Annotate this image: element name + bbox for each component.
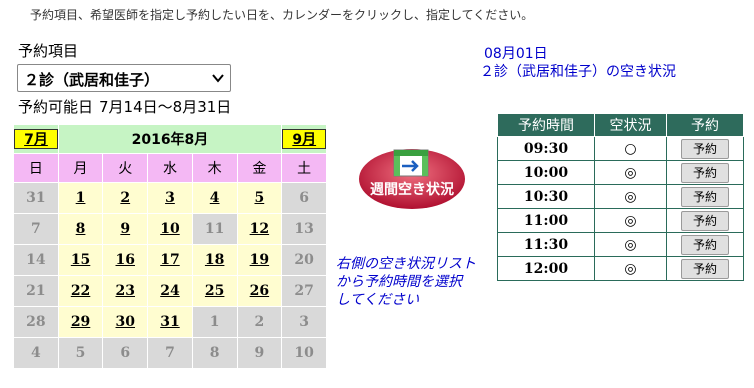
slot-header: 予約 bbox=[666, 113, 744, 137]
slot-header: 空状況 bbox=[594, 113, 667, 137]
calendar-day-available[interactable]: 31 bbox=[147, 306, 193, 338]
calendar-day-available[interactable]: 18 bbox=[191, 244, 238, 276]
weekday-header: 月 bbox=[57, 153, 104, 183]
calendar-day-closed: 11 bbox=[191, 213, 238, 245]
slot-row: 11:00 ◎ 予約 bbox=[497, 208, 744, 233]
calendar-day-closed: 28 bbox=[13, 306, 59, 338]
calendar-day-available[interactable]: 9 bbox=[102, 213, 149, 245]
instruction-text: 予約項目、希望医師を指定し予約したい日を、カレンダーをクリックし、指定してくださ… bbox=[30, 8, 534, 22]
calendar-day-outside: 10 bbox=[281, 337, 327, 369]
slot-status: ◎ bbox=[594, 184, 667, 209]
slot-status: ◎ bbox=[594, 256, 667, 281]
calendar-day-closed: 7 bbox=[13, 213, 59, 245]
calendar-day-available[interactable]: 30 bbox=[102, 306, 149, 338]
calendar-day-available[interactable]: 3 bbox=[147, 182, 193, 214]
slot-status: ◎ bbox=[594, 208, 667, 233]
calendar-day-outside: 8 bbox=[191, 337, 238, 369]
calendar-day-available[interactable]: 25 bbox=[191, 275, 238, 307]
weekday-header: 水 bbox=[147, 153, 193, 183]
available-period-label: 予約可能日 bbox=[18, 98, 94, 116]
calendar-day-outside: 4 bbox=[13, 337, 59, 369]
slot-time: 11:00 bbox=[497, 208, 595, 233]
time-slot-table: 予約時間 空状況 予約 09:30 ○ 予約 10:00 ◎ 予約 10:30 … bbox=[497, 113, 744, 281]
selected-info: 08月01日 ２診（武居和佳子）の空き状況 bbox=[480, 45, 676, 81]
guide-line: から予約時間を選択 bbox=[336, 274, 462, 290]
calendar-day-available[interactable]: 23 bbox=[102, 275, 149, 307]
calendar-arrow-icon bbox=[393, 149, 429, 177]
weekly-availability-button[interactable]: 週間空き状況 bbox=[358, 148, 466, 210]
weekday-header: 日 bbox=[13, 153, 59, 183]
slot-time: 09:30 bbox=[497, 136, 595, 161]
weekday-header: 土 bbox=[281, 153, 327, 183]
reserve-button[interactable]: 予約 bbox=[681, 210, 729, 231]
calendar-day-closed: 13 bbox=[281, 213, 327, 245]
calendar-day-outside: 3 bbox=[281, 306, 327, 338]
reserve-button[interactable]: 予約 bbox=[681, 162, 729, 183]
slot-time: 10:30 bbox=[497, 184, 595, 209]
reserve-button[interactable]: 予約 bbox=[681, 186, 729, 207]
calendar-day-closed: 20 bbox=[281, 244, 327, 276]
calendar-day-outside: 6 bbox=[102, 337, 149, 369]
doctor-select[interactable]: ２診（武居和佳子） bbox=[17, 64, 231, 92]
available-period: 予約可能日 7月14日～8月31日 bbox=[18, 96, 231, 117]
calendar: 7月 2016年8月 9月 日 月 火 水 木 金 土 31 1 2 3 4 5… bbox=[13, 124, 327, 369]
calendar-day-available[interactable]: 10 bbox=[147, 213, 193, 245]
calendar-day-closed: 6 bbox=[281, 182, 327, 214]
prev-month-button[interactable]: 7月 bbox=[14, 129, 58, 149]
slot-status: ○ bbox=[594, 136, 667, 161]
calendar-day-closed: 27 bbox=[281, 275, 327, 307]
next-month-button[interactable]: 9月 bbox=[282, 129, 327, 149]
calendar-day-available[interactable]: 8 bbox=[57, 213, 104, 245]
weekday-header: 火 bbox=[102, 153, 149, 183]
calendar-day-available[interactable]: 16 bbox=[102, 244, 149, 276]
calendar-day-available[interactable]: 22 bbox=[57, 275, 104, 307]
calendar-day-available[interactable]: 4 bbox=[191, 182, 238, 214]
guide-line: してください bbox=[336, 292, 420, 308]
calendar-day-available[interactable]: 26 bbox=[236, 275, 283, 307]
calendar-day-outside: 1 bbox=[191, 306, 238, 338]
reserve-button[interactable]: 予約 bbox=[681, 138, 729, 159]
calendar-day-outside: 2 bbox=[236, 306, 283, 338]
calendar-title: 2016年8月 bbox=[131, 132, 209, 148]
chevron-down-icon bbox=[212, 74, 224, 83]
weekday-header: 金 bbox=[236, 153, 283, 183]
reserve-button[interactable]: 予約 bbox=[681, 234, 729, 255]
calendar-day-available[interactable]: 15 bbox=[57, 244, 104, 276]
slot-time: 12:00 bbox=[497, 256, 595, 281]
calendar-day-outside: 5 bbox=[57, 337, 104, 369]
available-period-range: 7月14日～8月31日 bbox=[99, 98, 232, 116]
calendar-day-available[interactable]: 29 bbox=[57, 306, 104, 338]
weekday-header: 木 bbox=[191, 153, 238, 183]
guide-line: 右側の空き状況リスト bbox=[336, 256, 476, 272]
selected-date: 08月01日 bbox=[484, 46, 548, 62]
slot-row: 11:30 ◎ 予約 bbox=[497, 232, 744, 257]
calendar-day-available[interactable]: 12 bbox=[236, 213, 283, 245]
calendar-day-outside: 31 bbox=[13, 182, 59, 214]
slot-row: 10:30 ◎ 予約 bbox=[497, 184, 744, 209]
slot-time: 11:30 bbox=[497, 232, 595, 257]
calendar-day-available[interactable]: 19 bbox=[236, 244, 283, 276]
calendar-day-available[interactable]: 5 bbox=[236, 182, 283, 214]
weekly-button-label: 週間空き状況 bbox=[370, 181, 454, 198]
calendar-day-available[interactable]: 17 bbox=[147, 244, 193, 276]
calendar-day-closed: 14 bbox=[13, 244, 59, 276]
calendar-day-closed: 21 bbox=[13, 275, 59, 307]
slot-row: 10:00 ◎ 予約 bbox=[497, 160, 744, 185]
availability-title: ２診（武居和佳子）の空き状況 bbox=[480, 64, 676, 80]
doctor-select-value: ２診（武居和佳子） bbox=[24, 71, 160, 89]
reservation-item-label: 予約項目 bbox=[18, 42, 79, 60]
slot-row: 12:00 ◎ 予約 bbox=[497, 256, 744, 281]
calendar-day-available[interactable]: 24 bbox=[147, 275, 193, 307]
calendar-day-available[interactable]: 2 bbox=[102, 182, 149, 214]
slot-time: 10:00 bbox=[497, 160, 595, 185]
calendar-day-outside: 7 bbox=[147, 337, 193, 369]
calendar-day-available[interactable]: 1 bbox=[57, 182, 104, 214]
slot-header: 予約時間 bbox=[497, 113, 595, 137]
guide-text: 右側の空き状況リスト から予約時間を選択 してください bbox=[336, 255, 476, 309]
slot-status: ◎ bbox=[594, 232, 667, 257]
reserve-button[interactable]: 予約 bbox=[681, 258, 729, 279]
slot-row: 09:30 ○ 予約 bbox=[497, 136, 744, 161]
calendar-day-outside: 9 bbox=[236, 337, 283, 369]
slot-status: ◎ bbox=[594, 160, 667, 185]
